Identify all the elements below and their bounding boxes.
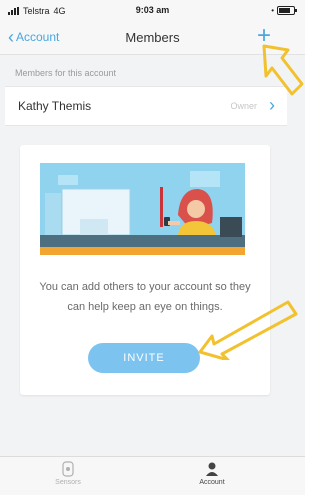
- tab-sensors[interactable]: Sensors: [38, 461, 98, 486]
- annotation-arrow-icon: [198, 300, 298, 360]
- sensor-icon: [62, 461, 74, 477]
- invite-button[interactable]: INVITE: [88, 343, 200, 373]
- person-icon: [206, 462, 218, 476]
- members-section-label: Members for this account: [15, 68, 117, 78]
- member-name: Kathy Themis: [18, 99, 92, 113]
- status-right: •: [271, 6, 297, 15]
- tab-bar: Sensors Account: [0, 456, 305, 495]
- battery-icon: [277, 6, 297, 15]
- tab-sensors-label: Sensors: [55, 479, 81, 486]
- annotation-arrow-icon: [262, 44, 304, 96]
- member-role: Owner: [230, 101, 257, 111]
- invite-illustration: [40, 163, 245, 255]
- status-bar: Telstra 4G 9:03 am •: [0, 0, 305, 22]
- tab-account-label: Account: [199, 479, 225, 486]
- tab-account[interactable]: Account: [182, 461, 242, 486]
- bluetooth-icon: •: [271, 6, 274, 15]
- member-row[interactable]: Kathy Themis Owner ›: [5, 86, 287, 126]
- phone-screen: Telstra 4G 9:03 am • ‹ Account Members +…: [0, 0, 305, 495]
- status-time: 9:03 am: [135, 5, 170, 15]
